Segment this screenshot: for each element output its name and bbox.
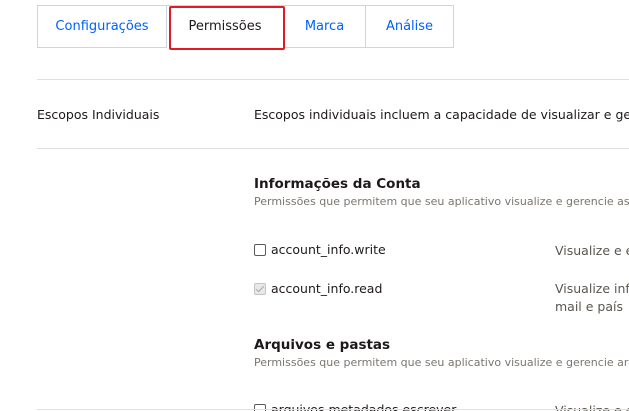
section-title-account-info: Informações da Conta xyxy=(254,176,421,192)
individual-scopes-label: Escopos Individuais xyxy=(37,107,160,122)
tab-permissoes[interactable]: Permissões xyxy=(167,5,284,48)
checkbox[interactable] xyxy=(254,243,266,256)
individual-scopes-description: Escopos individuais incluem a capacidade… xyxy=(254,107,629,122)
tab-analise[interactable]: Análise xyxy=(366,5,454,48)
permission-account-info-read: account_info.read xyxy=(254,281,382,296)
permission-description: Visualize info mail e país xyxy=(555,281,629,314)
section-subtitle-files-folders: Permissões que permitem que seu aplicati… xyxy=(254,356,629,369)
checkbox-checked-disabled xyxy=(254,282,266,295)
section-subtitle-account-info: Permissões que permitem que seu aplicati… xyxy=(254,195,629,208)
section-divider xyxy=(37,148,629,149)
tab-marca[interactable]: Marca xyxy=(284,5,366,48)
section-divider xyxy=(37,79,629,80)
permission-description: Visualize e e xyxy=(555,243,629,258)
section-title-files-folders: Arquivos e pastas xyxy=(254,337,391,353)
tab-bar: Configurações Permissões Marca Análise xyxy=(37,5,454,48)
bottom-divider xyxy=(37,409,629,410)
tab-configuracoes[interactable]: Configurações xyxy=(37,5,167,48)
permission-name: account_info.write xyxy=(271,242,386,257)
app-permissions-page: Configurações Permissões Marca Análise E… xyxy=(0,0,629,411)
permission-account-info-write[interactable]: account_info.write xyxy=(254,242,386,257)
permission-name: account_info.read xyxy=(271,281,383,296)
